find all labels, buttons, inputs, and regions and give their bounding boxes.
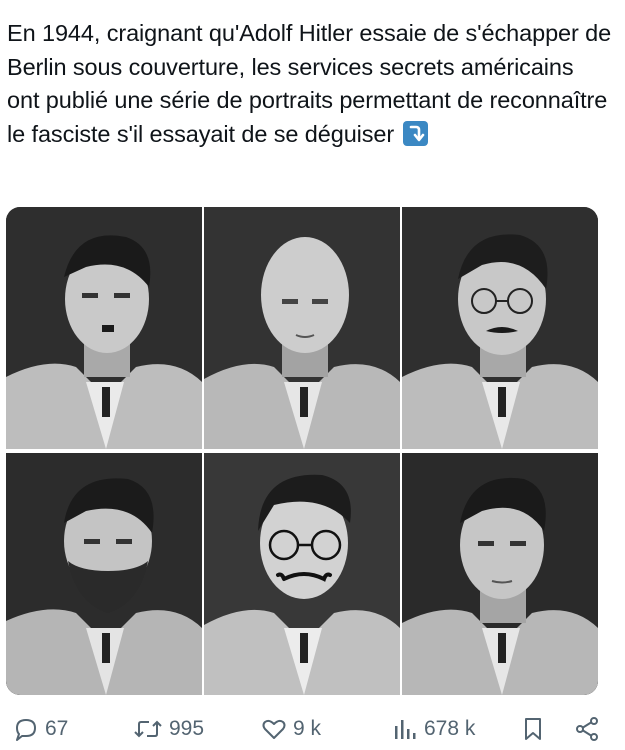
tweet-text: En 1944, craignant qu'Adolf Hitler essai…: [7, 17, 612, 151]
heart-icon: [261, 716, 287, 742]
tweet-body: En 1944, craignant qu'Adolf Hitler essai…: [7, 20, 612, 147]
portrait-drawn-glasses[interactable]: [204, 453, 400, 695]
portrait-clean-shaven[interactable]: [402, 453, 598, 695]
share-icon: [574, 716, 600, 742]
portrait-original[interactable]: [6, 207, 202, 449]
portrait-bald[interactable]: [204, 207, 400, 449]
photo-grid[interactable]: [6, 207, 598, 695]
like-button[interactable]: 9 k: [261, 716, 321, 742]
reply-count: 67: [45, 717, 69, 740]
portrait-beard[interactable]: [6, 453, 202, 695]
reply-button[interactable]: 67: [13, 716, 68, 742]
share-button[interactable]: [574, 716, 606, 742]
bar-chart-icon: [392, 716, 418, 742]
repost-count: 995: [169, 717, 205, 740]
like-count: 9 k: [293, 717, 322, 740]
portrait-glasses-moustache[interactable]: [402, 207, 598, 449]
bookmark-icon: [520, 716, 546, 742]
speech-bubble-icon: [13, 716, 39, 742]
bookmark-button[interactable]: [520, 716, 552, 742]
views-button[interactable]: 678 k: [392, 716, 475, 742]
repost-arrows-icon: [133, 716, 163, 742]
views-count: 678 k: [424, 717, 476, 740]
action-bar: 67 995 9 k 678 k: [0, 710, 625, 750]
repost-button[interactable]: 995: [133, 716, 204, 742]
arrow-down-right-emoji-icon: [402, 120, 428, 146]
